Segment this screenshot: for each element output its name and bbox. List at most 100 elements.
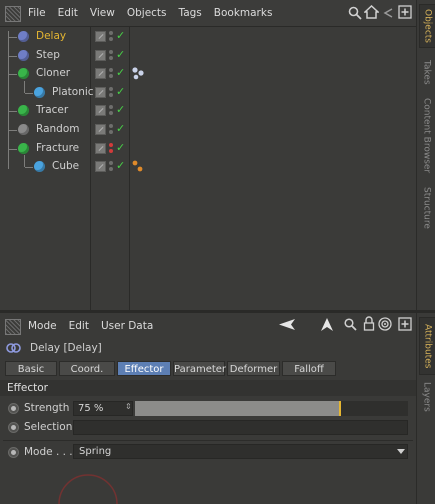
panel-grip-icon[interactable] xyxy=(5,6,21,22)
target-icon[interactable] xyxy=(378,317,392,331)
visibility-dots-icon[interactable] xyxy=(109,49,113,62)
menu-edit[interactable]: Edit xyxy=(58,7,78,19)
object-row[interactable]: Step ✓ xyxy=(0,47,416,65)
side-tab-takes[interactable]: Takes xyxy=(419,52,434,92)
mode-dropdown[interactable]: Spring xyxy=(73,444,408,459)
enabled-check-icon[interactable]: ✓ xyxy=(116,103,125,116)
side-tab-objects[interactable]: Objects xyxy=(419,4,435,48)
layer-icon[interactable] xyxy=(95,49,106,61)
tab-coord[interactable]: Coord. xyxy=(59,361,115,376)
strength-slider-fill xyxy=(135,401,340,416)
cloner-icon xyxy=(18,68,29,80)
object-name[interactable]: Delay xyxy=(36,30,66,42)
side-tab-structure[interactable]: Structure xyxy=(419,182,434,234)
fracture-icon xyxy=(18,142,29,154)
tab-deformer[interactable]: Deformer xyxy=(227,361,280,376)
back-icon[interactable] xyxy=(382,7,394,19)
object-row[interactable]: Cube ✓ xyxy=(0,158,416,176)
mograph-selection-tag-icon[interactable] xyxy=(131,66,145,80)
enabled-check-icon[interactable]: ✓ xyxy=(116,29,125,42)
side-tab-attributes[interactable]: Attributes xyxy=(419,317,435,375)
layer-icon[interactable] xyxy=(95,31,106,42)
section-header: Effector xyxy=(0,380,416,396)
platonic-icon xyxy=(34,86,45,98)
mode-label: Mode . . . xyxy=(24,446,73,458)
cube-icon xyxy=(34,161,45,173)
stepper-icon[interactable]: ⇕ xyxy=(125,402,132,411)
visibility-dots-icon[interactable] xyxy=(109,142,113,155)
attr-new-panel-icon[interactable] xyxy=(398,317,412,331)
object-row[interactable]: Fracture ✓ xyxy=(0,140,416,158)
side-tab-layers[interactable]: Layers xyxy=(419,377,434,417)
home-icon[interactable] xyxy=(364,5,379,20)
object-row[interactable]: Random ✓ xyxy=(0,121,416,139)
cursor-highlight-icon xyxy=(58,474,118,504)
enabled-check-icon[interactable]: ✓ xyxy=(116,122,125,135)
strength-slider-handle[interactable] xyxy=(338,401,341,416)
layer-icon[interactable] xyxy=(95,161,106,173)
object-name[interactable]: Cloner xyxy=(36,67,70,79)
tab-basic[interactable]: Basic xyxy=(5,361,57,376)
visibility-dots-icon[interactable] xyxy=(109,124,113,136)
tab-falloff[interactable]: Falloff xyxy=(282,361,336,376)
attr-menu-user-data[interactable]: User Data xyxy=(101,320,153,332)
selection-animate-toggle[interactable] xyxy=(8,422,19,433)
menu-objects[interactable]: Objects xyxy=(127,7,167,19)
visibility-dots-icon[interactable] xyxy=(109,68,113,80)
selection-field[interactable] xyxy=(73,420,408,435)
object-name[interactable]: Cube xyxy=(52,160,79,172)
up-arrow-icon[interactable] xyxy=(320,317,334,332)
menu-view[interactable]: View xyxy=(90,7,115,19)
random-effector-icon xyxy=(18,124,29,135)
enabled-check-icon[interactable]: ✓ xyxy=(116,159,125,172)
enabled-check-icon[interactable]: ✓ xyxy=(116,48,125,61)
menu-tags[interactable]: Tags xyxy=(179,7,202,19)
tab-effector[interactable]: Effector xyxy=(117,361,171,376)
layer-icon[interactable] xyxy=(95,124,106,135)
strength-label: Strength xyxy=(24,402,70,414)
attr-menu-mode[interactable]: Mode xyxy=(28,320,57,332)
layer-icon[interactable] xyxy=(95,105,106,117)
object-row[interactable]: Cloner ✓ xyxy=(0,65,416,83)
layer-icon[interactable] xyxy=(95,68,106,80)
attr-search-icon[interactable] xyxy=(344,318,357,331)
chevron-down-icon xyxy=(397,449,405,454)
back-arrow-icon[interactable] xyxy=(278,318,296,331)
strength-slider[interactable] xyxy=(135,401,408,416)
layer-icon[interactable] xyxy=(95,142,106,154)
object-name[interactable]: Step xyxy=(36,49,60,61)
object-row[interactable]: Delay ✓ xyxy=(0,28,416,46)
side-tabs-bottom: Attributes Layers xyxy=(416,313,435,504)
tab-parameter[interactable]: Parameter xyxy=(173,361,226,376)
visibility-dots-icon[interactable] xyxy=(109,31,113,43)
layer-icon[interactable] xyxy=(95,86,106,98)
attr-grip-icon[interactable] xyxy=(5,319,21,335)
section-title: Effector xyxy=(7,382,48,394)
visibility-dots-icon[interactable] xyxy=(109,86,113,99)
visibility-dots-icon[interactable] xyxy=(109,105,113,117)
enabled-check-icon[interactable]: ✓ xyxy=(116,66,125,79)
visibility-dots-icon[interactable] xyxy=(109,161,113,173)
new-panel-icon[interactable] xyxy=(398,5,412,19)
object-row[interactable]: Platonic ✓ xyxy=(0,84,416,102)
menu-file[interactable]: File xyxy=(28,7,46,19)
phong-tag-icon[interactable] xyxy=(131,159,145,173)
object-name[interactable]: Fracture xyxy=(36,142,79,154)
enabled-check-icon[interactable]: ✓ xyxy=(116,85,125,98)
object-name[interactable]: Platonic xyxy=(52,86,94,98)
mode-animate-toggle[interactable] xyxy=(8,447,19,458)
mode-value: Spring xyxy=(79,446,112,457)
object-row[interactable]: Tracer ✓ xyxy=(0,102,416,120)
object-list: Delay ✓ Step ✓ Cloner ✓ Platonic ✓ Tracer ✓ Random… xyxy=(0,27,416,310)
enabled-check-icon[interactable]: ✓ xyxy=(116,141,125,154)
object-name[interactable]: Random xyxy=(36,123,79,135)
strength-animate-toggle[interactable] xyxy=(8,403,19,414)
menu-bookmarks[interactable]: Bookmarks xyxy=(214,7,273,19)
object-name[interactable]: Tracer xyxy=(36,104,68,116)
attr-menu-edit[interactable]: Edit xyxy=(69,320,89,332)
search-icon[interactable] xyxy=(348,6,362,20)
side-tab-content-browser[interactable]: Content Browser xyxy=(419,96,434,176)
lock-icon[interactable] xyxy=(363,316,375,331)
object-manager-menubar: File Edit View Objects Tags Bookmarks xyxy=(0,0,416,27)
strength-input[interactable]: 75 % ⇕ xyxy=(73,401,133,416)
